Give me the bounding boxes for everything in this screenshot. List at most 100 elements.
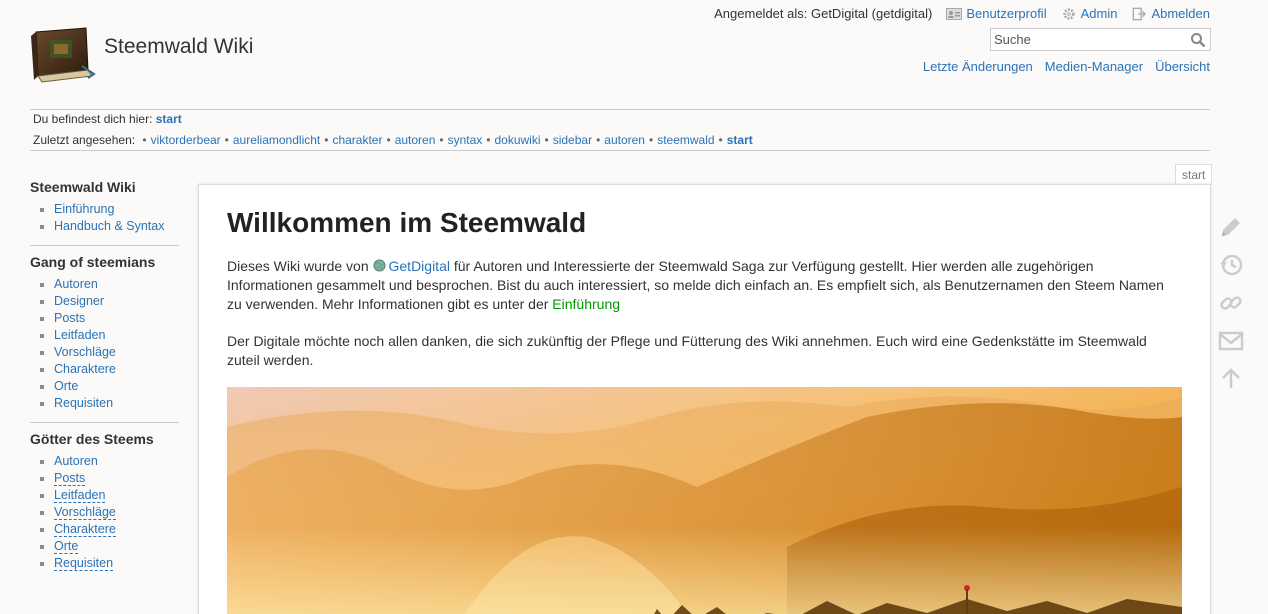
sidebar-link[interactable]: Vorschläge	[54, 505, 116, 520]
sidebar-item: Designer	[40, 293, 179, 310]
sidebar-link[interactable]: Charaktere	[54, 522, 116, 537]
breadcrumb-separator: •	[718, 133, 723, 147]
sidebar-list: Autoren Posts Leitfaden Vorschläge Charakter…	[40, 453, 179, 572]
trace-link[interactable]: aureliamondlicht	[233, 133, 320, 147]
trace-label: Zuletzt angesehen:	[33, 133, 136, 147]
sidebar-link[interactable]: Posts	[54, 311, 85, 325]
breadcrumb-separator: •	[224, 133, 229, 147]
profile-label[interactable]: Benutzerprofil	[966, 6, 1046, 21]
getdigital-link[interactable]: GetDigital	[389, 258, 450, 274]
trace-link[interactable]: syntax	[448, 133, 483, 147]
search-box	[990, 28, 1211, 51]
breadcrumb-separator: •	[544, 133, 549, 147]
trace-link[interactable]: dokuwiki	[494, 133, 540, 147]
backlinks-icon[interactable]	[1218, 290, 1244, 316]
thanks-paragraph: Der Digitale möchte noch allen danken, d…	[227, 333, 1147, 368]
sidebar-list: Autoren Designer Posts Leitfaden Vorschläge C…	[40, 276, 179, 412]
trace-link[interactable]: viktorderbear	[151, 133, 221, 147]
sidebar-link[interactable]: Orte	[54, 379, 78, 393]
sidebar-link[interactable]: Posts	[54, 471, 86, 486]
sidebar-link[interactable]: Einführung	[54, 202, 114, 216]
trace-link[interactable]: charakter	[332, 133, 382, 147]
trace-link[interactable]: autoren	[604, 133, 645, 147]
site-title[interactable]: Steemwald Wiki	[104, 35, 253, 59]
you-are-here: Du befindest dich hier: start	[33, 112, 182, 126]
sidebar-item: Orte	[40, 538, 179, 555]
trace-link[interactable]: sidebar	[553, 133, 592, 147]
sidebar: Steemwald Wiki Einführung Handbuch & Synta…	[30, 179, 179, 572]
sidebar-item: Vorschläge	[40, 344, 179, 361]
sidebar-link[interactable]: Designer	[54, 294, 104, 308]
admin-link[interactable]: Admin	[1061, 6, 1118, 21]
breadcrumb-separator: •	[596, 133, 601, 147]
header-divider	[30, 109, 1210, 110]
history-icon[interactable]	[1218, 252, 1244, 278]
search-input[interactable]	[991, 29, 1183, 50]
sidebar-item: Charaktere	[40, 361, 179, 378]
edit-icon[interactable]	[1218, 214, 1244, 240]
einfuehrung-link[interactable]: Einführung	[552, 296, 620, 312]
you-are-here-page[interactable]: start	[156, 112, 182, 126]
sidebar-item: Orte	[40, 378, 179, 395]
sidebar-link[interactable]: Autoren	[54, 277, 98, 291]
sidebar-item: Autoren	[40, 276, 179, 293]
breadcrumb-separator: •	[324, 133, 329, 147]
breadcrumb-divider	[30, 150, 1210, 151]
trace-link[interactable]: steemwald	[657, 133, 714, 147]
admin-label[interactable]: Admin	[1081, 6, 1118, 21]
sidebar-link[interactable]: Leitfaden	[54, 328, 105, 342]
breadcrumb-separator: •	[386, 133, 391, 147]
sidebar-item: Requisiten	[40, 395, 179, 412]
sidebar-divider	[30, 422, 179, 423]
logout-link[interactable]: Abmelden	[1131, 6, 1210, 21]
profile-link[interactable]: Benutzerprofil	[946, 6, 1047, 21]
sidebar-item: Posts	[40, 470, 179, 487]
trace-link[interactable]: autoren	[395, 133, 436, 147]
sidebar-heading: Gang of steemians	[30, 254, 156, 270]
logout-label[interactable]: Abmelden	[1151, 6, 1210, 21]
sidebar-list: Einführung Handbuch & Syntax	[40, 201, 179, 235]
you-are-here-label: Du befindest dich hier:	[33, 112, 153, 126]
sidebar-link[interactable]: Autoren	[54, 454, 98, 468]
subscribe-icon[interactable]	[1218, 328, 1244, 354]
sidebar-item: Vorschläge	[40, 504, 179, 521]
breadcrumb-separator: •	[486, 133, 491, 147]
sidebar-item: Autoren	[40, 453, 179, 470]
trace-link[interactable]: start	[727, 133, 753, 147]
gear-icon	[1062, 7, 1075, 20]
sidebar-link[interactable]: Handbuch & Syntax	[54, 219, 165, 233]
intro-text-1: Dieses Wiki wurde von	[227, 258, 373, 274]
sidebar-item: Einführung	[40, 201, 179, 218]
sidebar-item: Handbuch & Syntax	[40, 218, 179, 235]
profile-card-icon	[946, 7, 963, 20]
sidebar-item: Charaktere	[40, 521, 179, 538]
sidebar-item: Leitfaden	[40, 487, 179, 504]
intro-paragraph: Dieses Wiki wurde von GetDigital für Aut…	[227, 257, 1182, 314]
sidebar-heading: Steemwald Wiki	[30, 179, 136, 195]
globe-icon	[372, 259, 386, 272]
sidebar-link[interactable]: Charaktere	[54, 362, 116, 376]
trace-breadcrumbs: Zuletzt angesehen: • viktorderbear • aureli…	[33, 133, 753, 147]
sidebar-item: Leitfaden	[40, 327, 179, 344]
recent-changes-link[interactable]: Letzte Änderungen	[923, 59, 1033, 74]
page-content: Willkommen im Steemwald Dieses Wiki wurd…	[198, 184, 1211, 614]
media-manager-link[interactable]: Medien-Manager	[1045, 59, 1143, 74]
sidebar-item: Requisiten	[40, 555, 179, 572]
sidebar-heading: Götter des Steems	[30, 431, 154, 447]
logout-icon	[1133, 7, 1147, 20]
page-title: Willkommen im Steemwald	[227, 207, 587, 238]
sitemap-link[interactable]: Übersicht	[1155, 59, 1210, 74]
sidebar-link[interactable]: Orte	[54, 539, 79, 554]
sidebar-link[interactable]: Vorschläge	[54, 345, 116, 359]
book-logo[interactable]	[28, 26, 96, 84]
page-tools	[1218, 214, 1244, 404]
misty-forest-sunrise-image[interactable]	[227, 387, 1182, 614]
back-to-top-icon[interactable]	[1218, 366, 1244, 392]
sidebar-link[interactable]: Requisiten	[54, 396, 113, 410]
sidebar-link[interactable]: Leitfaden	[54, 488, 106, 503]
sidebar-divider	[30, 245, 179, 246]
sidebar-link[interactable]: Requisiten	[54, 556, 114, 571]
site-tools: Letzte Änderungen Medien-Manager Übersic…	[923, 59, 1210, 74]
search-icon[interactable]	[1190, 32, 1206, 48]
page-id-tab: start	[1175, 164, 1213, 185]
